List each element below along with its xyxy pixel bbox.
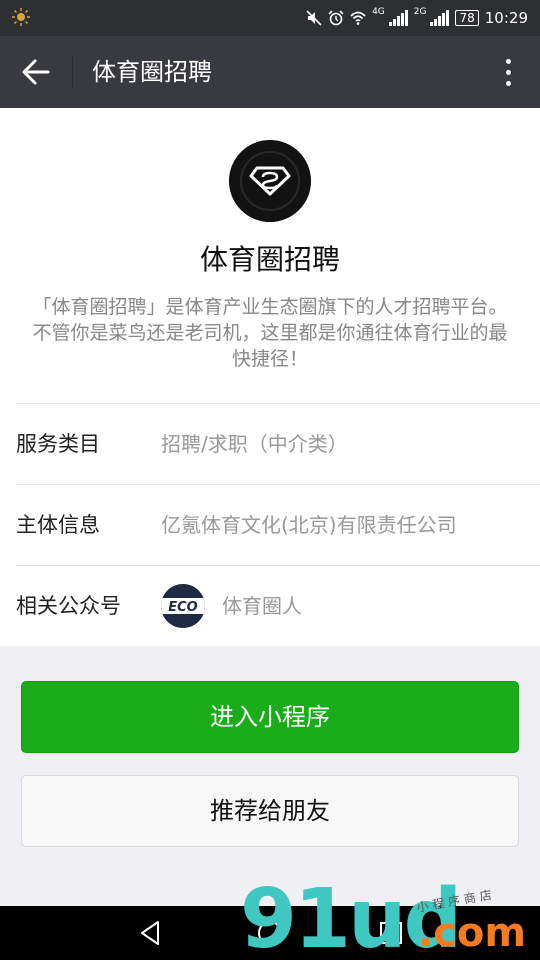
- nav-home-icon[interactable]: [255, 918, 285, 948]
- signal-strength-icon: [388, 10, 408, 26]
- title-divider: [72, 56, 73, 88]
- title-bar: 体育圈招聘: [0, 36, 540, 108]
- mini-program-info-card: 体育圈招聘 「体育圈招聘」是体育产业生态圈旗下的人才招聘平台。不管你是菜鸟还是老…: [0, 108, 540, 646]
- enter-mini-program-button[interactable]: 进入小程序: [21, 681, 519, 753]
- entity-info-label: 主体信息: [16, 513, 100, 537]
- account-logo-text: ECO: [168, 600, 197, 615]
- service-category-value: 招聘/求职（中介类）: [161, 432, 348, 456]
- page-title: 体育圈招聘: [92, 58, 212, 86]
- nav-recents-icon[interactable]: [376, 918, 406, 948]
- mini-program-description: 「体育圈招聘」是体育产业生态圈旗下的人才招聘平台。不管你是菜鸟还是老司机，这里都…: [32, 296, 508, 370]
- related-account-name[interactable]: 体育圈人: [222, 566, 302, 646]
- mini-program-name: 体育圈招聘: [199, 243, 340, 276]
- entity-info-row[interactable]: 主体信息 亿氪体育文化(北京)有限责任公司: [16, 484, 540, 564]
- network-2g-tag: 2G: [413, 6, 427, 17]
- service-category-label: 服务类目: [16, 432, 100, 456]
- status-bar: 4G 2G 78 10:29: [0, 0, 540, 36]
- nav-back-icon[interactable]: [136, 918, 166, 948]
- recommend-to-friend-button[interactable]: 推荐给朋友: [21, 775, 519, 847]
- brightness-icon: [12, 8, 30, 26]
- mini-program-logo: [229, 140, 311, 222]
- android-nav-bar: [0, 906, 540, 960]
- more-options-icon[interactable]: [490, 50, 526, 94]
- status-indicators: 4G 2G 78 10:29: [306, 6, 528, 30]
- entity-info-value: 亿氪体育文化(北京)有限责任公司: [161, 513, 457, 537]
- signal-strength-icon-2: [430, 10, 450, 26]
- related-account-row[interactable]: 相关公众号 ECO 体育圈人: [16, 565, 540, 645]
- alarm-icon: [328, 10, 344, 26]
- back-arrow-icon[interactable]: [14, 50, 58, 94]
- service-category-row: 服务类目 招聘/求职（中介类）: [16, 403, 540, 483]
- battery-icon: 78: [455, 10, 479, 26]
- network-4g-tag: 4G: [372, 6, 385, 17]
- status-time: 10:29: [484, 9, 528, 27]
- related-account-avatar[interactable]: ECO: [161, 584, 205, 628]
- wifi-icon: [350, 11, 366, 25]
- related-account-label: 相关公众号: [16, 594, 121, 618]
- mute-icon: [306, 10, 322, 26]
